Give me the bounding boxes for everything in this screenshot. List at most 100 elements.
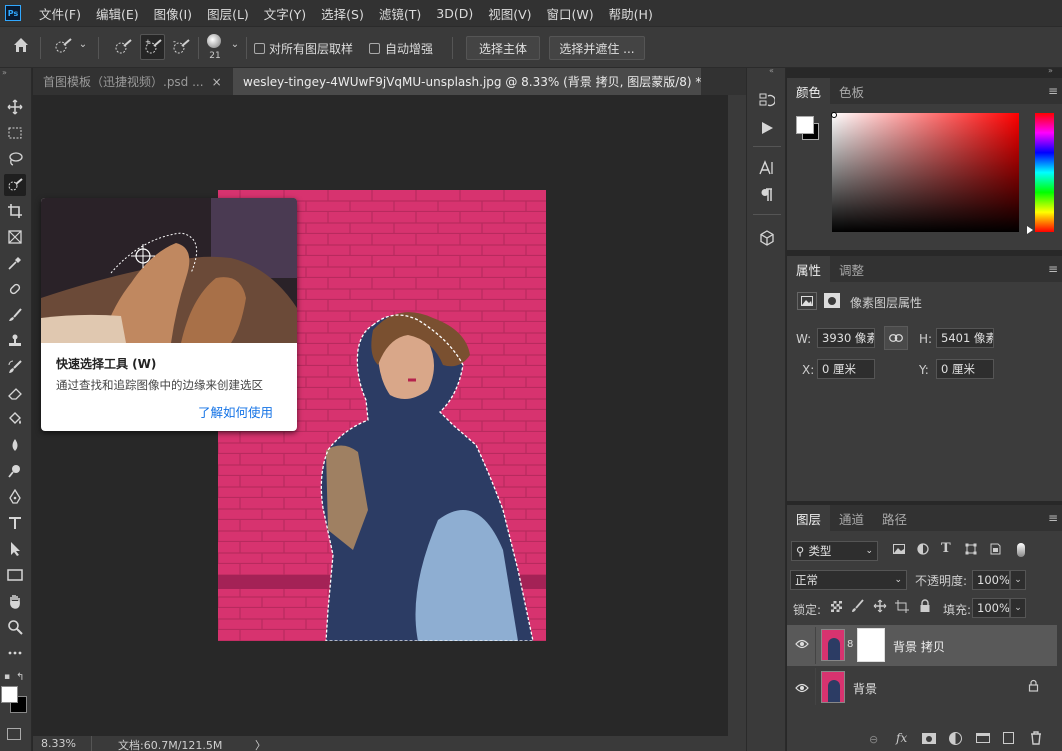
menu-view[interactable]: 视图(V): [488, 4, 531, 23]
color-fg-swatch[interactable]: [796, 116, 814, 134]
menu-filter[interactable]: 滤镜(T): [379, 4, 421, 23]
hue-slider[interactable]: [1035, 113, 1054, 232]
color-saturation-field[interactable]: [832, 113, 1019, 232]
more-tools-icon[interactable]: [4, 642, 26, 664]
foreground-color-swatch[interactable]: [1, 686, 18, 703]
chevron-down-icon[interactable]: ⌄: [78, 39, 88, 50]
layer-row-background-copy[interactable]: 8 背景 拷贝: [787, 625, 1057, 666]
swap-colors-icon[interactable]: ↰: [16, 672, 24, 683]
add-to-selection-icon[interactable]: +: [140, 34, 165, 60]
x-field[interactable]: 0 厘米: [817, 359, 875, 379]
sample-all-layers-checkbox[interactable]: [254, 43, 265, 54]
tab-layers[interactable]: 图层: [787, 505, 831, 531]
brush-chevron-down-icon[interactable]: ⌄: [230, 39, 240, 50]
filter-pixel-icon[interactable]: [893, 543, 905, 558]
menu-3d[interactable]: 3D(D): [436, 6, 473, 21]
canvas-area[interactable]: 快速选择工具 (W) 通过查找和追踪图像中的边缘来创建选区 了解如何使用: [33, 95, 728, 736]
layer-row-background[interactable]: 背景: [787, 666, 1057, 707]
subtract-from-selection-icon[interactable]: -: [170, 37, 192, 61]
layers-panel-menu-icon[interactable]: ≡: [1048, 511, 1058, 525]
marquee-tool-icon[interactable]: [4, 122, 26, 144]
color-picker-handle[interactable]: [831, 112, 837, 118]
visibility-eye-icon[interactable]: [795, 682, 809, 696]
hue-slider-handle[interactable]: [1027, 226, 1033, 234]
history-panel-icon[interactable]: [759, 92, 776, 111]
collapse-toolbar-icon[interactable]: »: [2, 68, 7, 77]
add-mask-icon[interactable]: [922, 733, 936, 744]
filter-shape-icon[interactable]: [965, 543, 977, 558]
layer-mask-icon[interactable]: [824, 293, 840, 308]
y-field[interactable]: 0 厘米: [936, 359, 994, 379]
3d-panel-icon[interactable]: [759, 230, 775, 249]
eraser-tool-icon[interactable]: [4, 382, 26, 404]
menu-edit[interactable]: 编辑(E): [96, 4, 139, 23]
mask-link-icon[interactable]: 8: [847, 639, 853, 650]
width-field[interactable]: 3930 像素: [817, 328, 875, 348]
frame-tool-icon[interactable]: [4, 226, 26, 248]
color-panel-menu-icon[interactable]: ≡: [1048, 84, 1058, 98]
opacity-field[interactable]: 100%: [972, 570, 1010, 590]
close-icon[interactable]: ×: [212, 75, 222, 89]
filter-toggle-icon[interactable]: [1017, 543, 1025, 557]
path-selection-tool-icon[interactable]: [4, 538, 26, 560]
lasso-tool-icon[interactable]: [4, 148, 26, 170]
menu-window[interactable]: 窗口(W): [547, 4, 594, 23]
link-icon[interactable]: [884, 326, 908, 350]
blend-mode-select[interactable]: 正常 ⌄: [790, 570, 907, 590]
tab-adjustments[interactable]: 调整: [830, 256, 873, 282]
move-tool-icon[interactable]: [4, 96, 26, 118]
dodge-tool-icon[interactable]: [4, 460, 26, 482]
crop-tool-icon[interactable]: [4, 200, 26, 222]
trash-icon[interactable]: [1030, 731, 1042, 748]
zoom-level[interactable]: 8.33%: [41, 737, 76, 750]
menu-help[interactable]: 帮助(H): [609, 4, 653, 23]
clone-stamp-tool-icon[interactable]: [4, 330, 26, 352]
tab-swatches[interactable]: 色板: [830, 78, 873, 104]
filter-smart-object-icon[interactable]: [989, 543, 1001, 558]
eyedropper-tool-icon[interactable]: [4, 252, 26, 274]
zoom-tool-icon[interactable]: [4, 616, 26, 638]
lock-transparency-icon[interactable]: [831, 601, 842, 612]
healing-brush-tool-icon[interactable]: [4, 278, 26, 300]
new-layer-icon[interactable]: [1003, 732, 1014, 744]
link-layers-icon[interactable]: ⊖: [869, 733, 878, 746]
layer-name[interactable]: 背景 拷贝: [893, 638, 945, 655]
canvas-vertical-scrollbar[interactable]: [728, 95, 746, 736]
quick-selection-tool-icon[interactable]: [4, 174, 26, 196]
default-colors-icon[interactable]: ▪: [4, 672, 10, 682]
tab-properties[interactable]: 属性: [787, 256, 831, 282]
tab-color[interactable]: 颜色: [787, 78, 831, 104]
hand-tool-icon[interactable]: [4, 590, 26, 612]
collapse-right-panels-icon[interactable]: »: [1048, 66, 1053, 75]
fx-icon[interactable]: fx: [896, 731, 907, 745]
status-menu-arrow[interactable]: 〉: [255, 737, 266, 751]
auto-enhance-checkbox[interactable]: [369, 43, 380, 54]
learn-how-link[interactable]: 了解如何使用: [198, 402, 273, 421]
tab-template-psd[interactable]: 首图模板（迅捷视频）.psd ... ×: [33, 68, 233, 95]
tab-active-image[interactable]: wesley-tingey-4WUwF9jVqMU-unsplash.jpg @…: [233, 68, 701, 95]
paint-bucket-tool-icon[interactable]: [4, 408, 26, 430]
new-selection-icon[interactable]: [112, 37, 134, 61]
filter-type-icon[interactable]: T: [941, 541, 951, 556]
expand-panels-icon[interactable]: «: [769, 66, 774, 75]
properties-panel-menu-icon[interactable]: ≡: [1048, 262, 1058, 276]
menu-type[interactable]: 文字(Y): [264, 4, 306, 23]
layer-name[interactable]: 背景: [853, 680, 877, 697]
character-panel-icon[interactable]: [759, 160, 775, 179]
select-subject-button[interactable]: 选择主体: [466, 36, 540, 60]
blur-tool-icon[interactable]: [4, 434, 26, 456]
adjustment-layer-icon[interactable]: [949, 732, 962, 745]
menu-image[interactable]: 图像(I): [154, 4, 192, 23]
rectangle-tool-icon[interactable]: [4, 564, 26, 586]
lock-position-icon[interactable]: [873, 599, 887, 616]
paragraph-panel-icon[interactable]: [759, 187, 775, 206]
opacity-chevron-icon[interactable]: ⌄: [1010, 570, 1026, 590]
play-actions-icon[interactable]: [759, 120, 775, 139]
tab-channels[interactable]: 通道: [830, 505, 873, 531]
fill-field[interactable]: 100%: [972, 598, 1010, 618]
brush-tool-icon[interactable]: [4, 304, 26, 326]
height-field[interactable]: 5401 像素: [936, 328, 994, 348]
menu-layer[interactable]: 图层(L): [207, 4, 249, 23]
brush-preview-icon[interactable]: [207, 34, 221, 48]
history-brush-tool-icon[interactable]: [4, 356, 26, 378]
